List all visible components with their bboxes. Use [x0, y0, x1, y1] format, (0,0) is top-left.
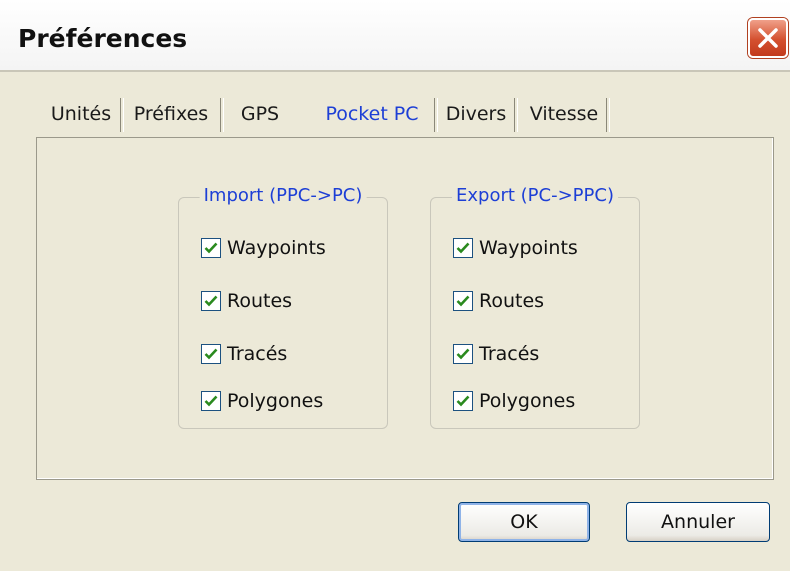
- tab-separator: [434, 98, 438, 132]
- checkbox-label: Tracés: [479, 343, 540, 365]
- checkbox-box[interactable]: [453, 291, 473, 311]
- export-traces-checkbox[interactable]: Tracés: [453, 340, 539, 368]
- checkbox-box[interactable]: [453, 391, 473, 411]
- checkbox-label: Routes: [227, 290, 293, 312]
- check-icon: [456, 395, 470, 407]
- tab-unites[interactable]: Unités: [46, 96, 116, 132]
- import-traces-checkbox[interactable]: Tracés: [201, 340, 287, 368]
- title-bar[interactable]: Préférences: [0, 0, 790, 72]
- checkbox-box[interactable]: [201, 291, 221, 311]
- check-icon: [456, 295, 470, 307]
- checkbox-label: Polygones: [479, 390, 576, 412]
- tab-separator: [220, 98, 224, 132]
- import-group: Import (PPC->PC) Waypoints Routes Tracés…: [178, 185, 388, 429]
- tab-separator: [120, 98, 124, 132]
- check-icon: [204, 242, 218, 254]
- export-polygones-checkbox[interactable]: Polygones: [453, 387, 575, 415]
- cancel-button[interactable]: Annuler: [626, 502, 770, 542]
- close-icon: [758, 28, 778, 48]
- tab-pocket-pc[interactable]: Pocket PC: [312, 96, 432, 132]
- checkbox-box[interactable]: [453, 238, 473, 258]
- checkbox-box[interactable]: [201, 238, 221, 258]
- check-icon: [456, 348, 470, 360]
- import-routes-checkbox[interactable]: Routes: [201, 287, 292, 315]
- window-title: Préférences: [18, 24, 188, 53]
- check-icon: [204, 395, 218, 407]
- checkbox-label: Waypoints: [479, 237, 578, 259]
- export-group: Export (PC->PPC) Waypoints Routes Tracés…: [430, 185, 640, 429]
- check-icon: [456, 242, 470, 254]
- export-waypoints-checkbox[interactable]: Waypoints: [453, 234, 578, 262]
- ok-button[interactable]: OK: [458, 502, 590, 542]
- tab-panel: [36, 138, 774, 480]
- tab-prefixes[interactable]: Préfixes: [128, 96, 214, 132]
- checkbox-label: Waypoints: [227, 237, 326, 259]
- check-icon: [204, 295, 218, 307]
- checkbox-label: Routes: [479, 290, 545, 312]
- import-polygones-checkbox[interactable]: Polygones: [201, 387, 323, 415]
- checkbox-box[interactable]: [201, 391, 221, 411]
- export-group-title: Export (PC->PPC): [452, 185, 618, 206]
- checkbox-label: Polygones: [227, 390, 324, 412]
- import-waypoints-checkbox[interactable]: Waypoints: [201, 234, 326, 262]
- import-group-title: Import (PPC->PC): [199, 185, 367, 206]
- tab-vitesse[interactable]: Vitesse: [522, 96, 606, 132]
- close-button[interactable]: [748, 18, 788, 58]
- checkbox-label: Tracés: [227, 343, 288, 365]
- checkbox-box[interactable]: [453, 344, 473, 364]
- tab-separator: [606, 98, 610, 132]
- tab-gps[interactable]: GPS: [232, 96, 288, 132]
- tab-divers[interactable]: Divers: [442, 96, 510, 132]
- tab-separator: [514, 98, 518, 132]
- export-routes-checkbox[interactable]: Routes: [453, 287, 544, 315]
- check-icon: [204, 348, 218, 360]
- checkbox-box[interactable]: [201, 344, 221, 364]
